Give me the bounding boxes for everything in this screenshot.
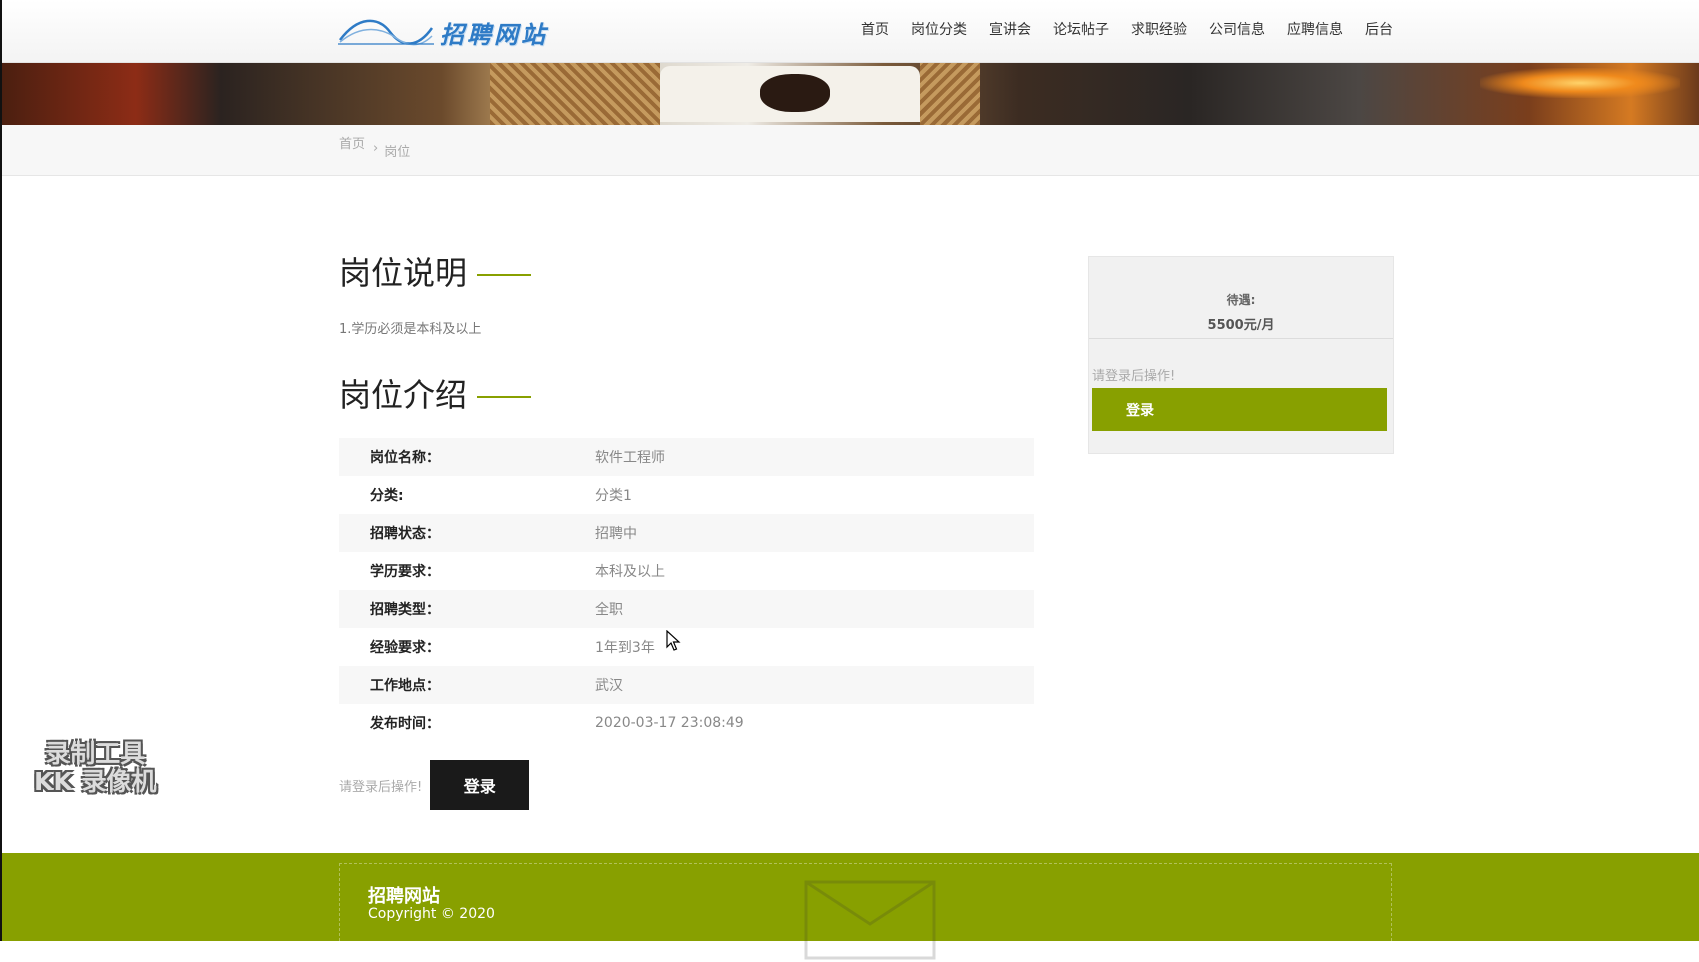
site-footer: 招聘网站 Copyright © 2020 xyxy=(0,853,1699,960)
job-details-table: 岗位名称： 软件工程师 分类: 分类1 招聘状态： 招聘中 学历要求： 本科及以… xyxy=(339,438,1034,742)
job-intro-heading: 岗位介绍 xyxy=(339,370,532,416)
login-prompt: 请登录后操作! 登录 xyxy=(339,760,530,810)
salary-label: 待遇: xyxy=(1226,293,1256,307)
nav-item-job-categories[interactable]: 岗位分类 xyxy=(900,20,978,40)
salary-box: 待遇: 5500元/月 xyxy=(1089,257,1393,339)
job-description-text: 1.学历必须是本科及以上 xyxy=(339,322,482,337)
breadcrumb-home[interactable]: 首页 xyxy=(339,133,365,160)
nav-item-seminars[interactable]: 宣讲会 xyxy=(978,20,1042,40)
salary-value: 5500元/月 xyxy=(1207,318,1275,333)
detail-label: 发布时间： xyxy=(370,716,440,732)
watermark-line1: 录制工具 xyxy=(45,739,146,768)
nav-item-companies[interactable]: 公司信息 xyxy=(1198,20,1276,40)
table-row: 招聘类型： 全职 xyxy=(339,590,1034,628)
table-row: 分类: 分类1 xyxy=(339,476,1034,514)
sidebar-login-note: 请登录后操作! xyxy=(1092,369,1176,384)
detail-label: 工作地点： xyxy=(370,678,440,694)
detail-label: 岗位名称： xyxy=(370,450,440,466)
breadcrumb-current: 岗位 xyxy=(384,145,411,160)
detail-value: 2020-03-17 23:08:49 xyxy=(595,715,744,731)
envelope-icon xyxy=(804,880,936,960)
table-row: 发布时间： 2020-03-17 23:08:49 xyxy=(339,704,1034,742)
table-row: 岗位名称： 软件工程师 xyxy=(339,438,1034,476)
detail-label: 招聘状态： xyxy=(370,526,440,542)
breadcrumb-separator: › xyxy=(373,141,379,156)
detail-label: 学历要求： xyxy=(370,564,440,580)
detail-value: 武汉 xyxy=(595,678,623,694)
detail-value: 全职 xyxy=(595,602,623,618)
salary-sidebar: 待遇: 5500元/月 请登录后操作! 登录 xyxy=(1088,256,1394,454)
window-edge xyxy=(0,0,2,941)
wave-logo-icon xyxy=(338,19,434,46)
banner-image xyxy=(0,62,1699,125)
detail-value: 分类1 xyxy=(595,488,632,504)
job-description-heading: 岗位说明 xyxy=(339,248,532,294)
nav-item-applications[interactable]: 应聘信息 xyxy=(1276,20,1354,40)
login-note: 请登录后操作! xyxy=(339,779,423,795)
login-button[interactable]: 登录 xyxy=(430,760,530,810)
breadcrumb: 首页 › 岗位 xyxy=(339,133,410,160)
footer-title: 招聘网站 xyxy=(368,886,440,907)
nav-item-forum[interactable]: 论坛帖子 xyxy=(1042,20,1120,40)
detail-label: 招聘类型： xyxy=(370,602,440,618)
site-logo[interactable]: 招聘网站 xyxy=(338,12,558,52)
detail-label: 经验要求： xyxy=(370,640,440,656)
site-header: 招聘网站 首页 岗位分类 宣讲会 论坛帖子 求职经验 公司信息 应聘信息 后台 xyxy=(0,0,1699,63)
nav-item-home[interactable]: 首页 xyxy=(850,20,900,40)
detail-label: 分类: xyxy=(370,488,404,504)
table-row: 招聘状态： 招聘中 xyxy=(339,514,1034,552)
table-row: 经验要求： 1年到3年 xyxy=(339,628,1034,666)
watermark-line2: KK 录像机 xyxy=(34,767,157,796)
detail-value: 招聘中 xyxy=(595,526,637,542)
footer-copyright: Copyright © 2020 xyxy=(368,906,495,922)
table-row: 工作地点： 武汉 xyxy=(339,666,1034,704)
detail-value: 本科及以上 xyxy=(595,564,665,580)
logo-text: 招聘网站 xyxy=(440,19,548,49)
detail-value: 软件工程师 xyxy=(595,450,665,466)
nav-item-experience[interactable]: 求职经验 xyxy=(1120,20,1198,40)
mouse-cursor-icon xyxy=(666,630,681,651)
main-nav: 首页 岗位分类 宣讲会 论坛帖子 求职经验 公司信息 应聘信息 后台 xyxy=(850,20,1393,40)
table-row: 学历要求： 本科及以上 xyxy=(339,552,1034,590)
breadcrumb-bar: 首页 › 岗位 xyxy=(0,125,1699,176)
recorder-watermark: 录制工具 KK 录像机 xyxy=(34,740,156,796)
nav-item-admin[interactable]: 后台 xyxy=(1354,20,1393,40)
detail-value: 1年到3年 xyxy=(595,640,655,656)
sidebar-login-button[interactable]: 登录 xyxy=(1092,388,1387,431)
footer-box: 招聘网站 Copyright © 2020 xyxy=(339,863,1392,960)
